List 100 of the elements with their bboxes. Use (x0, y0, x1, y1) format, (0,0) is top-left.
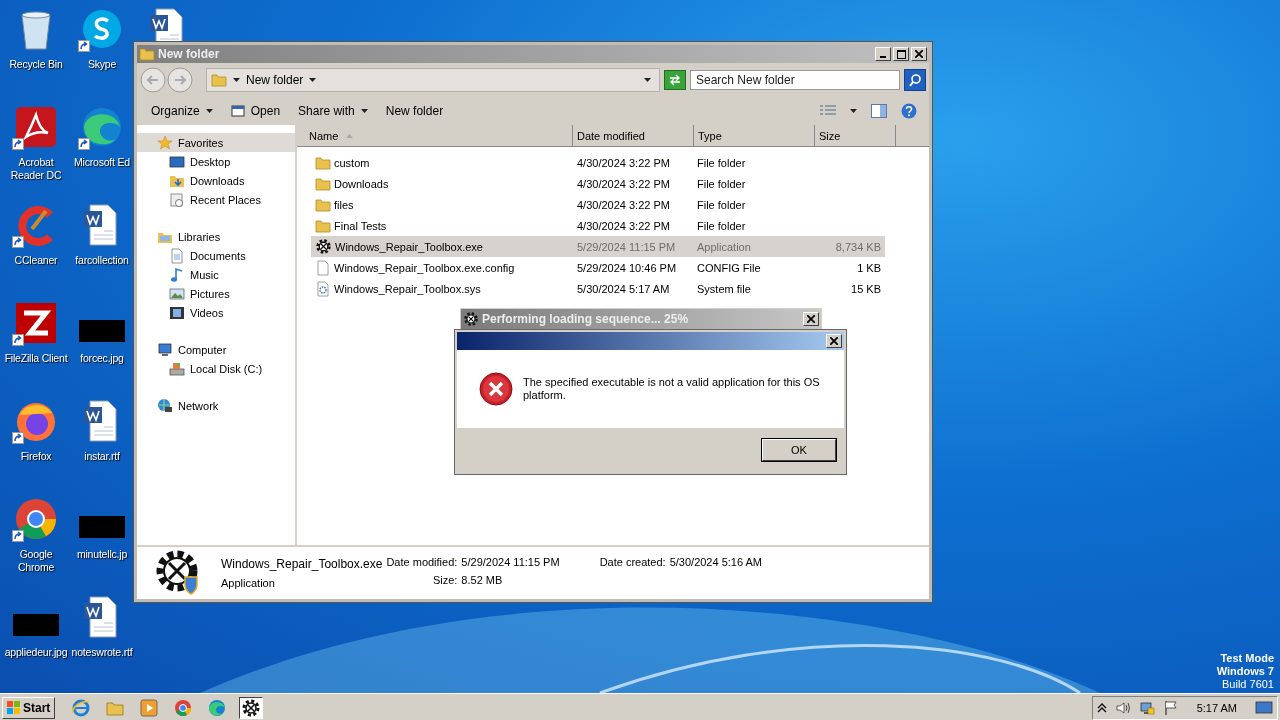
edge-icon (80, 105, 124, 149)
file-name: Downloads (334, 177, 389, 190)
desktop-icon-label[interactable]: noteswrote.rtf (71, 646, 133, 659)
file-name: custom (334, 156, 370, 169)
file-icon (315, 259, 331, 276)
file-row[interactable]: custom 4/30/2024 3:22 PM File folder (311, 152, 885, 173)
breadcrumb[interactable]: New folder (246, 73, 304, 87)
toolbar-button[interactable]: Open (224, 102, 287, 120)
address-bar[interactable]: New folder (206, 68, 660, 92)
desktop-icon-label[interactable]: minutellc.jp (76, 548, 128, 561)
nav-item[interactable]: Favorites (137, 133, 295, 152)
flag-icon[interactable] (1162, 699, 1179, 716)
close-icon (807, 315, 815, 323)
star-icon (157, 134, 173, 151)
window-title: New folder (158, 47, 220, 61)
show-desktop-icon[interactable] (1255, 699, 1273, 716)
type-cell-text: CONFIG File (697, 261, 762, 274)
picture-icon (169, 285, 185, 302)
close-button[interactable] (911, 47, 927, 61)
close-button[interactable] (803, 312, 819, 326)
search-field[interactable]: Search New folder (690, 70, 900, 90)
desktop-icon-label[interactable]: Acrobat Reader DC (10, 156, 62, 182)
date-cell-text: 4/30/2024 3:22 PM (577, 219, 671, 232)
minimize-button[interactable] (875, 47, 891, 61)
chevron-up-icon[interactable] (1096, 701, 1107, 714)
nav-item[interactable]: Desktop (137, 152, 295, 171)
nav-item[interactable]: Libraries (137, 227, 295, 246)
search-icon (908, 73, 922, 87)
file-row[interactable]: Windows_Repair_Toolbox.exe 5/29/2024 11:15 PM Application 8,734 KB (311, 236, 885, 257)
date-cell-text: 5/30/2024 5:17 AM (577, 282, 671, 295)
search-button[interactable] (904, 69, 926, 91)
maximize-button[interactable] (893, 47, 909, 61)
file-row[interactable]: Final Tests 4/30/2024 3:22 PM File folder (311, 215, 885, 236)
drive-icon (169, 360, 185, 377)
toolbar-button[interactable]: New folder (379, 102, 450, 120)
close-icon (915, 50, 923, 58)
nav-item[interactable]: Computer (137, 340, 295, 359)
desktop-icon-label[interactable]: Google Chrome (17, 548, 55, 574)
error-icon (479, 372, 513, 406)
close-button[interactable] (826, 334, 842, 348)
sort-arrow-icon (346, 133, 354, 138)
caret-icon (360, 109, 368, 113)
computer-icon (157, 341, 173, 358)
nav-item[interactable]: Downloads (137, 171, 295, 190)
refresh-button[interactable] (664, 70, 686, 90)
nav-item[interactable]: Network (137, 396, 295, 415)
desktop-icon-label[interactable]: FileZilla Client (4, 352, 68, 365)
type-cell-text: File folder (697, 156, 747, 169)
toolbar-button[interactable]: Organize (145, 102, 219, 120)
date-cell-text: 4/30/2024 3:22 PM (577, 198, 671, 211)
column-header[interactable]: Date modified (573, 125, 694, 146)
caret-icon (309, 78, 317, 82)
film-icon (169, 304, 185, 321)
desktop-icon-label[interactable]: forcec.jpg (80, 352, 124, 365)
file-row[interactable]: Downloads 4/30/2024 3:22 PM File folder (311, 173, 885, 194)
close-icon (830, 337, 838, 345)
desktop-icon-label[interactable]: instar.rtf (84, 450, 120, 463)
column-header[interactable]: Size (815, 125, 896, 146)
test-mode-text: Build 7601 (1222, 678, 1274, 691)
error-message: The specified executable is not a valid application for this OS platform. (523, 376, 821, 402)
refresh-icon (668, 74, 682, 86)
clock[interactable]: 5:17 AM (1196, 701, 1237, 714)
folder-icon (315, 175, 331, 192)
toolbar-button[interactable]: Share with (292, 102, 374, 120)
acrobat-icon (14, 105, 58, 149)
desktop-icon-label[interactable]: CCleaner (14, 254, 58, 267)
back-forward-arrows-icon (140, 67, 194, 93)
file-name: Final Tests (334, 219, 387, 232)
caret-icon (850, 109, 857, 113)
nav-item[interactable]: Pictures (137, 284, 295, 303)
file-row[interactable]: Windows_Repair_Toolbox.exe.config 5/29/2024 10:46 PM CONFIG File 1 KB (311, 257, 885, 278)
test-mode-text: Test Mode (1220, 652, 1274, 665)
nav-item[interactable]: Recent Places (137, 190, 295, 209)
redacted-thumbnail (13, 614, 59, 636)
start-button[interactable]: Start (2, 696, 56, 719)
caret-icon (233, 78, 240, 82)
nav-item[interactable]: Local Disk (C:) (137, 359, 295, 378)
nav-item[interactable]: Documents (137, 246, 295, 265)
desktop-icon-label[interactable]: Firefox (20, 450, 52, 463)
desktop-icon-label[interactable]: appliedeur.jpg (4, 646, 68, 659)
desktop-icon-label[interactable]: Microsoft Ed (74, 156, 130, 169)
nav-item[interactable]: Music (137, 265, 295, 284)
nav-item[interactable]: Videos (137, 303, 295, 322)
taskbar-button[interactable] (239, 696, 264, 719)
desktop-icon-label[interactable]: Skype (87, 58, 117, 71)
field-label: Date created: (599, 556, 666, 568)
test-mode-text: Windows 7 (1216, 665, 1274, 678)
field-value: 5/30/2024 5:16 AM (669, 556, 763, 568)
date-cell-text: 5/29/2024 10:46 PM (577, 261, 678, 274)
network-icon[interactable] (1138, 699, 1155, 716)
ok-button[interactable]: OK (762, 439, 836, 461)
column-header[interactable]: Name (297, 125, 573, 146)
file-row[interactable]: files 4/30/2024 3:22 PM File folder (311, 194, 885, 215)
file-row[interactable]: Windows_Repair_Toolbox.sys 5/30/2024 5:17 AM System file 15 KB (311, 278, 885, 299)
field-label: Size: (431, 574, 458, 586)
file-type: Application (221, 577, 276, 589)
column-header[interactable]: Type (694, 125, 815, 146)
desktop-icon-label[interactable]: farcollection (75, 254, 129, 267)
desktop-icon-label[interactable]: Recycle Bin (9, 58, 63, 71)
speaker-icon[interactable] (1114, 699, 1131, 716)
